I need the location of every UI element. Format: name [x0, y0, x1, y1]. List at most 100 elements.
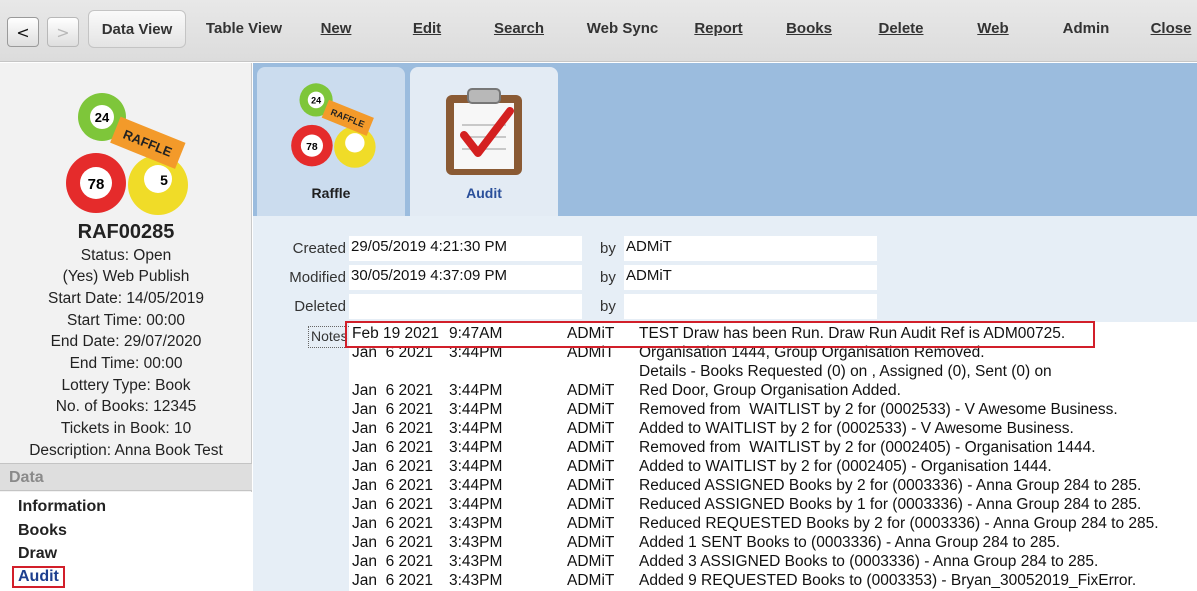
books-button[interactable]: Books [779, 10, 839, 48]
data-view-button[interactable]: Data View [88, 10, 186, 48]
svg-text:24: 24 [311, 95, 321, 105]
note-row: Jan 6 2021 3:44PM ADMiT Red Door, Group Org… [349, 382, 1197, 401]
note-date: Jan 6 2021 [352, 553, 434, 570]
note-time: 3:44PM [449, 477, 503, 494]
note-user: ADMiT [567, 572, 615, 589]
start-date-text: Start Date: 14/05/2019 [48, 290, 204, 307]
note-message: Added to WAITLIST by 2 for (0002533) - V… [639, 420, 1074, 437]
modified-field[interactable]: 30/05/2019 4:37:09 PM [349, 265, 582, 290]
note-row: Details - Books Requested (0) on , Assig… [349, 363, 1197, 382]
tickets-in-book-text: Tickets in Book: 10 [60, 420, 192, 437]
note-user: ADMiT [567, 534, 615, 551]
modified-by-field[interactable]: ADMiT [624, 265, 877, 290]
clipboard-check-icon [446, 88, 522, 175]
end-time-text: End Time: 00:00 [69, 355, 183, 372]
table-view-button[interactable]: Table View [198, 10, 290, 48]
note-message: Added 3 ASSIGNED Books to (0003336) - An… [639, 553, 1099, 570]
tab-audit[interactable]: Audit [410, 67, 558, 216]
deleted-by-field[interactable] [624, 294, 877, 319]
data-section-list: Information Books Draw Audit [0, 492, 252, 591]
note-message: Reduced REQUESTED Books by 2 for (000333… [639, 515, 1159, 532]
search-button[interactable]: Search [487, 10, 551, 48]
modified-by-label: by [600, 269, 616, 286]
sidebar-item-information[interactable]: Information [18, 498, 106, 516]
end-date-text: End Date: 29/07/2020 [50, 333, 202, 350]
created-by-field[interactable]: ADMiT [624, 236, 877, 261]
web-button[interactable]: Web [968, 10, 1018, 48]
note-time: 3:44PM [449, 439, 503, 456]
note-message: Details - Books Requested (0) on , Assig… [639, 363, 1052, 380]
svg-text:5: 5 [160, 172, 168, 188]
svg-text:24: 24 [95, 110, 110, 125]
note-date: Jan 6 2021 [352, 439, 434, 456]
deleted-by-label: by [600, 298, 616, 315]
svg-text:78: 78 [306, 142, 318, 153]
note-row: Jan 6 2021 3:44PM ADMiT Removed from WAITLI… [349, 439, 1197, 458]
note-user: ADMiT [567, 382, 615, 399]
tab-audit-label: Audit [466, 185, 502, 201]
modified-label: Modified [289, 269, 346, 286]
note-row: Jan 6 2021 3:44PM ADMiT Removed from WAITLI… [349, 401, 1197, 420]
lottery-type-text: Lottery Type: Book [61, 377, 191, 394]
note-date: Jan 6 2021 [352, 572, 434, 589]
report-button[interactable]: Report [686, 10, 751, 48]
note-time: 3:44PM [449, 401, 503, 418]
note-date: Jan 6 2021 [352, 515, 434, 532]
back-button[interactable]: < [7, 17, 39, 47]
note-date: Jan 6 2021 [352, 458, 434, 475]
note-user: ADMiT [567, 553, 615, 570]
svg-text:78: 78 [88, 176, 105, 193]
note-user: ADMiT [567, 477, 615, 494]
note-row: Jan 6 2021 3:43PM ADMiT Added 1 SENT Books … [349, 534, 1197, 553]
created-by-label: by [600, 240, 616, 257]
note-date: Jan 6 2021 [352, 401, 434, 418]
note-row: Jan 6 2021 3:44PM ADMiT Reduced ASSIGNED Bo… [349, 477, 1197, 496]
delete-button[interactable]: Delete [870, 10, 932, 48]
note-time: 3:44PM [449, 458, 503, 475]
note-message: Reduced ASSIGNED Books by 2 for (0003336… [639, 477, 1142, 494]
note-user: ADMiT [567, 458, 615, 475]
note-row: Jan 6 2021 3:43PM ADMiT Reduced REQUESTED B… [349, 515, 1197, 534]
sidebar-item-draw[interactable]: Draw [18, 545, 57, 563]
note-user: ADMiT [567, 496, 615, 513]
tab-bar: 24 RAFFLE 78 Raffle Audit [253, 63, 1197, 216]
note-row: Jan 6 2021 3:44PM ADMiT Added to WAITLIST b… [349, 458, 1197, 477]
note-row: Jan 6 2021 3:43PM ADMiT Added 3 ASSIGNED Bo… [349, 553, 1197, 572]
note-date: Jan 6 2021 [352, 534, 434, 551]
forward-button[interactable]: > [47, 17, 79, 47]
new-button[interactable]: New [312, 10, 360, 48]
note-message: Added 9 REQUESTED Books to (0003353) - B… [639, 572, 1137, 589]
note-date: Jan 6 2021 [352, 496, 434, 513]
note-user: ADMiT [567, 439, 615, 456]
notes-field[interactable]: Feb 19 2021 9:47AM ADMiT TEST Draw has been… [349, 322, 1197, 591]
note-time: 3:44PM [449, 382, 503, 399]
deleted-label: Deleted [294, 298, 346, 315]
note-user: ADMiT [567, 420, 615, 437]
no-of-books-text: No. of Books: 12345 [55, 398, 197, 415]
note-message: Removed from WAITLIST by 2 for (0002533)… [639, 401, 1118, 418]
tab-raffle[interactable]: 24 RAFFLE 78 Raffle [257, 67, 405, 216]
note-row: Jan 6 2021 3:44PM ADMiT Reduced ASSIGNED Bo… [349, 496, 1197, 515]
created-field[interactable]: 29/05/2019 4:21:30 PM [349, 236, 582, 261]
web-sync-button[interactable]: Web Sync [580, 10, 665, 48]
note-time: 3:43PM [449, 515, 503, 532]
note-date: Jan 6 2021 [352, 382, 434, 399]
note-time: 3:43PM [449, 553, 503, 570]
admin-button[interactable]: Admin [1055, 10, 1117, 48]
note-date: Jan 6 2021 [352, 477, 434, 494]
note-time: 3:43PM [449, 534, 503, 551]
status-text: Status: Open [80, 247, 172, 264]
note-message: Reduced ASSIGNED Books by 1 for (0003336… [639, 496, 1142, 513]
sidebar-item-audit[interactable]: Audit [12, 566, 65, 588]
start-time-text: Start Time: 00:00 [66, 312, 186, 329]
close-button[interactable]: Close [1146, 10, 1196, 48]
raffle-icon: 24 RAFFLE 78 [291, 83, 376, 168]
note-time: 3:43PM [449, 572, 503, 589]
note-message: Added to WAITLIST by 2 for (0002405) - O… [639, 458, 1052, 475]
sidebar-item-books[interactable]: Books [18, 522, 67, 540]
deleted-field[interactable] [349, 294, 582, 319]
edit-button[interactable]: Edit [403, 10, 451, 48]
note-row: Jan 6 2021 3:43PM ADMiT Added 9 REQUESTED B… [349, 572, 1197, 591]
raffle-logo-icon: 24 5 RAFFLE 78 [66, 93, 188, 215]
note-date: Jan 6 2021 [352, 420, 434, 437]
